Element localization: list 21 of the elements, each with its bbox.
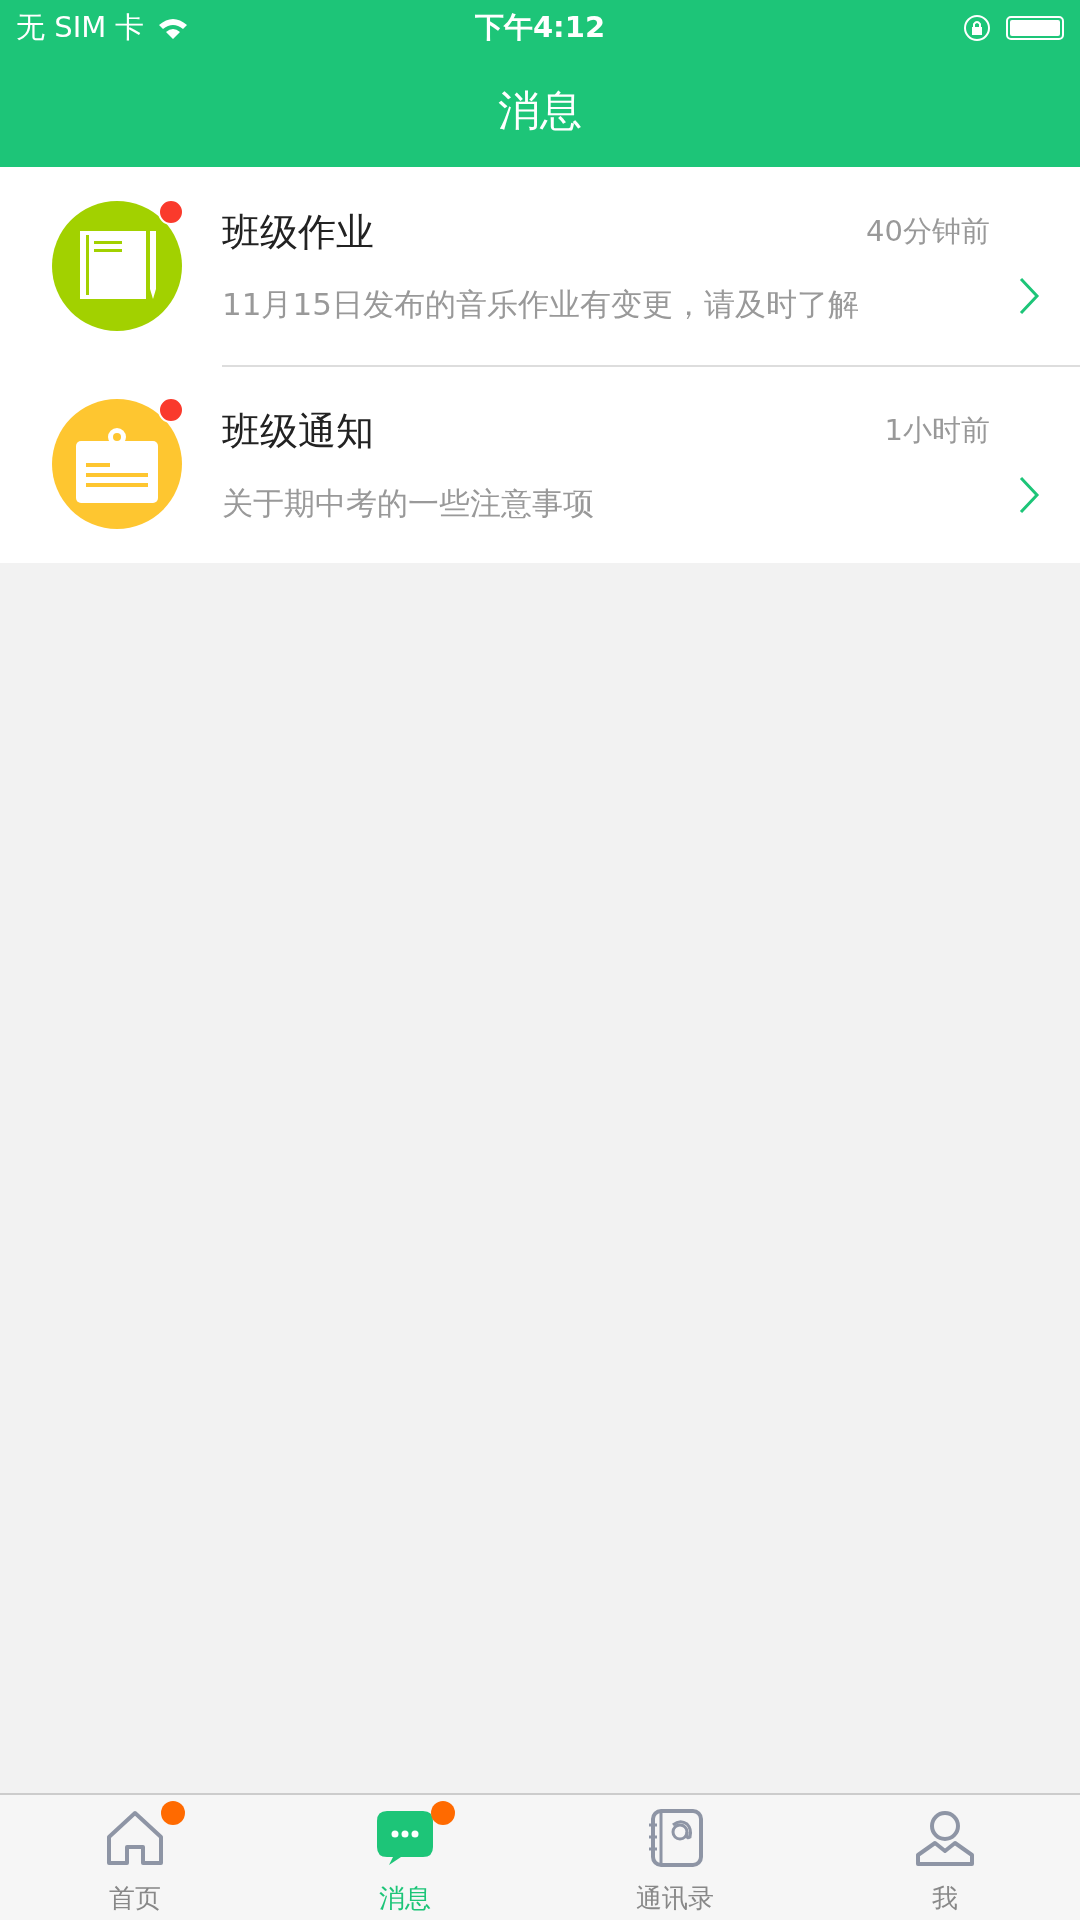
carrier-label: 无 SIM 卡 — [16, 8, 145, 46]
tab-item[interactable]: 通讯录 — [540, 1795, 810, 1920]
message-preview: 关于期中考的一些注意事项 — [222, 483, 595, 523]
page-title: 消息 — [498, 85, 582, 137]
message-time: 40分钟前 — [866, 213, 990, 250]
message-title[interactable]: 班级作业 — [222, 206, 374, 258]
status-time: 下午4:12 — [474, 8, 606, 46]
tab-item[interactable]: 消息 — [270, 1795, 540, 1920]
wifi-icon — [158, 16, 189, 39]
battery-icon — [1006, 15, 1064, 40]
message-preview: 11月15日发布的音乐作业有变更，请及时了解 — [222, 284, 860, 324]
tab-item[interactable]: 首页 — [0, 1795, 270, 1920]
chevron-right-icon[interactable] — [1018, 276, 1040, 316]
house-icon — [105, 1809, 165, 1867]
message-title[interactable]: 班级通知 — [222, 405, 374, 457]
message-time: 1小时前 — [884, 412, 990, 449]
tab-item[interactable]: 我 — [810, 1795, 1080, 1920]
chat-bubble-icon — [375, 1809, 435, 1867]
chevron-right-icon[interactable] — [1018, 475, 1040, 515]
rotation-lock-icon — [962, 12, 992, 43]
person-icon — [915, 1809, 975, 1867]
